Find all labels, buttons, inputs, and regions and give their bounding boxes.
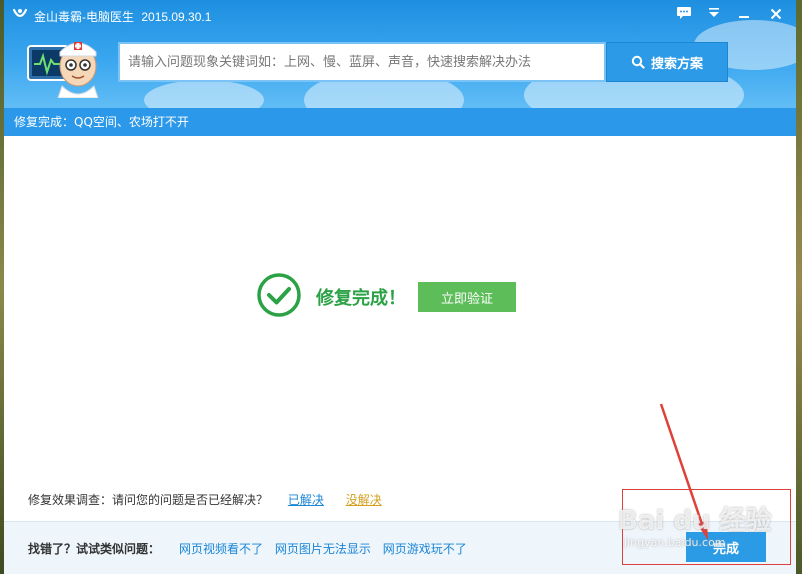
title-bar[interactable]: 金山毒霸-电脑医生 2015.09.30.1 bbox=[4, 0, 796, 30]
close-button[interactable] bbox=[764, 4, 788, 24]
search-button-label: 搜索方案 bbox=[650, 56, 703, 72]
survey-question: 修复效果调查：请问您的问题是否已经解决？ bbox=[28, 493, 269, 507]
check-circle-icon bbox=[256, 272, 302, 322]
app-version: 2015.09.30.1 bbox=[141, 10, 212, 24]
close-icon bbox=[770, 5, 782, 24]
menu-button[interactable] bbox=[702, 4, 726, 24]
similar-issue-link[interactable]: 网页游戏玩不了 bbox=[383, 542, 467, 556]
footer: 找错了？试试类似问题： 网页视频看不了 网页图片无法显示 网页游戏玩不了 完成 bbox=[4, 521, 796, 574]
app-window: 金山毒霸-电脑医生 2015.09.30.1 请输入问题现象关键词如：上网、慢、… bbox=[4, 0, 796, 574]
survey: 修复效果调查：请问您的问题是否已经解决？ 已解决 没解决 bbox=[28, 491, 382, 508]
cloud-decoration bbox=[144, 80, 264, 108]
status-text: 修复完成：QQ空间、农场打不开 bbox=[14, 115, 189, 129]
header: 金山毒霸-电脑医生 2015.09.30.1 请输入问题现象关键词如：上网、慢、… bbox=[4, 0, 796, 108]
app-name: 金山毒霸-电脑医生 bbox=[34, 10, 134, 24]
window-title: 金山毒霸-电脑医生 2015.09.30.1 bbox=[34, 8, 211, 25]
done-button[interactable]: 完成 bbox=[686, 532, 766, 562]
doctor-mascot-icon bbox=[26, 32, 104, 99]
menu-dropdown-icon bbox=[707, 5, 721, 24]
similar-issues-links: 网页视频看不了 网页图片无法显示 网页游戏玩不了 bbox=[179, 540, 475, 557]
unresolved-link[interactable]: 没解决 bbox=[346, 493, 382, 507]
chat-bubble-icon bbox=[676, 5, 692, 24]
minimize-button[interactable] bbox=[732, 4, 756, 24]
app-logo-icon bbox=[11, 6, 29, 24]
feedback-button[interactable] bbox=[672, 4, 696, 24]
search-button[interactable]: 搜索方案 bbox=[606, 42, 728, 82]
minimize-icon bbox=[738, 5, 750, 24]
repair-result: 修复完成！ 立即验证 bbox=[256, 272, 516, 322]
resolved-link[interactable]: 已解决 bbox=[288, 493, 324, 507]
similar-issue-link[interactable]: 网页视频看不了 bbox=[179, 542, 263, 556]
verify-button[interactable]: 立即验证 bbox=[418, 282, 516, 312]
similar-issues-label: 找错了？试试类似问题： bbox=[28, 542, 161, 556]
status-strip: 修复完成：QQ空间、农场打不开 bbox=[4, 108, 796, 136]
result-title: 修复完成！ bbox=[316, 288, 406, 309]
similar-issue-link[interactable]: 网页图片无法显示 bbox=[275, 542, 371, 556]
search-input[interactable] bbox=[120, 44, 604, 80]
search-field[interactable] bbox=[118, 42, 606, 82]
desktop-background-right bbox=[796, 0, 802, 574]
search-icon bbox=[631, 55, 645, 69]
